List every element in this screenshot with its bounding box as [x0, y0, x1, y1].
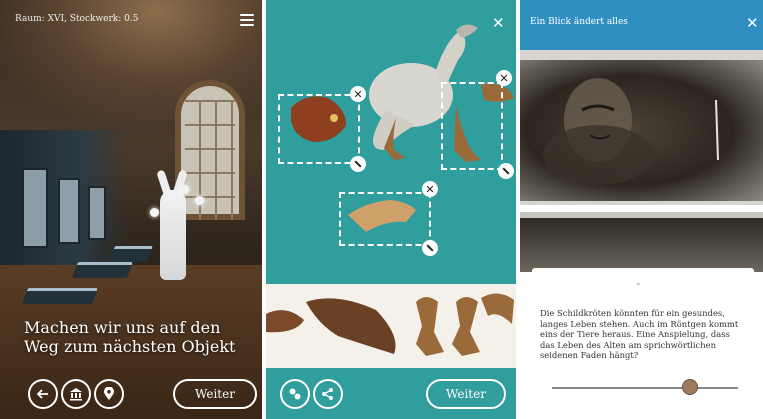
creature-neck — [436, 30, 466, 90]
museum-button[interactable] — [61, 379, 91, 409]
painting-xray-detail[interactable] — [520, 212, 763, 272]
shuffle-button[interactable] — [280, 379, 310, 409]
museum-icon — [70, 388, 82, 401]
guide-light-dot — [180, 185, 189, 194]
back-button[interactable] — [28, 379, 58, 409]
wall-vitrine — [22, 168, 48, 248]
xray-portrait — [543, 78, 719, 185]
resize-icon[interactable] — [498, 163, 514, 179]
remove-icon[interactable]: ✕ — [422, 181, 438, 197]
tray-leg-piece[interactable] — [416, 297, 444, 356]
part-frame-head[interactable] — [278, 94, 360, 164]
remove-icon[interactable]: ✕ — [350, 86, 366, 102]
museum-navigation-screen: Raum: XVI, Stockwerk: 0.5 Machen wir uns… — [0, 0, 262, 419]
display-case — [109, 246, 153, 262]
location-pin-icon — [104, 387, 114, 400]
part-frame-foot[interactable] — [339, 192, 431, 246]
wall-vitrine — [58, 178, 80, 244]
chevron-down-icon[interactable]: ⌄ — [635, 278, 642, 287]
shuffle-icon — [289, 388, 301, 400]
creature-puzzle-screen: ✕ ✕ ✕ ✕ Weiter — [266, 0, 516, 419]
story-body-text: Die Schildkröten könnten für ein gesunde… — [540, 308, 739, 360]
parts-tray-pieces — [266, 293, 514, 356]
share-icon — [322, 388, 333, 400]
close-icon[interactable]: ✕ — [746, 14, 759, 32]
share-button[interactable] — [313, 379, 343, 409]
parts-tray[interactable] — [266, 284, 516, 368]
part-frame-leg[interactable] — [441, 82, 503, 170]
remove-icon[interactable]: ✕ — [496, 70, 512, 86]
guide-light-dot — [150, 208, 159, 217]
painting-xray-image[interactable] — [520, 50, 763, 205]
location-button[interactable] — [94, 379, 124, 409]
resize-icon[interactable] — [350, 156, 366, 172]
resize-icon[interactable] — [422, 240, 438, 256]
tray-wing-piece[interactable] — [266, 310, 304, 333]
comparison-slider-track[interactable] — [552, 387, 738, 389]
navigation-title: Machen wir uns auf den Weg zum nächsten … — [24, 318, 236, 356]
guide-light-dot — [195, 196, 204, 205]
story-text-sheet: ⌄ Die Schildkröten könnten für ein gesun… — [532, 268, 754, 409]
comparison-slider-thumb[interactable] — [681, 379, 698, 395]
tray-claw-piece[interactable] — [481, 293, 514, 324]
tray-wing-piece[interactable] — [306, 298, 396, 354]
window-muntins — [185, 100, 235, 220]
ar-guide-figure — [160, 190, 186, 280]
room-location-label: Raum: XVI, Stockwerk: 0.5 — [15, 14, 139, 24]
display-case — [22, 288, 98, 304]
xray-story-screen: Ein Blick ändert alles ✕ ⌄ Die Schildkrö… — [520, 0, 763, 419]
tray-leg-piece[interactable] — [452, 297, 480, 356]
story-title: Ein Blick ändert alles — [530, 17, 628, 27]
display-case — [72, 262, 133, 278]
next-button[interactable]: Weiter — [426, 379, 506, 409]
menu-icon[interactable] — [240, 14, 254, 26]
wall-vitrine — [88, 186, 106, 240]
back-arrow-icon — [36, 389, 48, 399]
next-button[interactable]: Weiter — [173, 379, 257, 409]
